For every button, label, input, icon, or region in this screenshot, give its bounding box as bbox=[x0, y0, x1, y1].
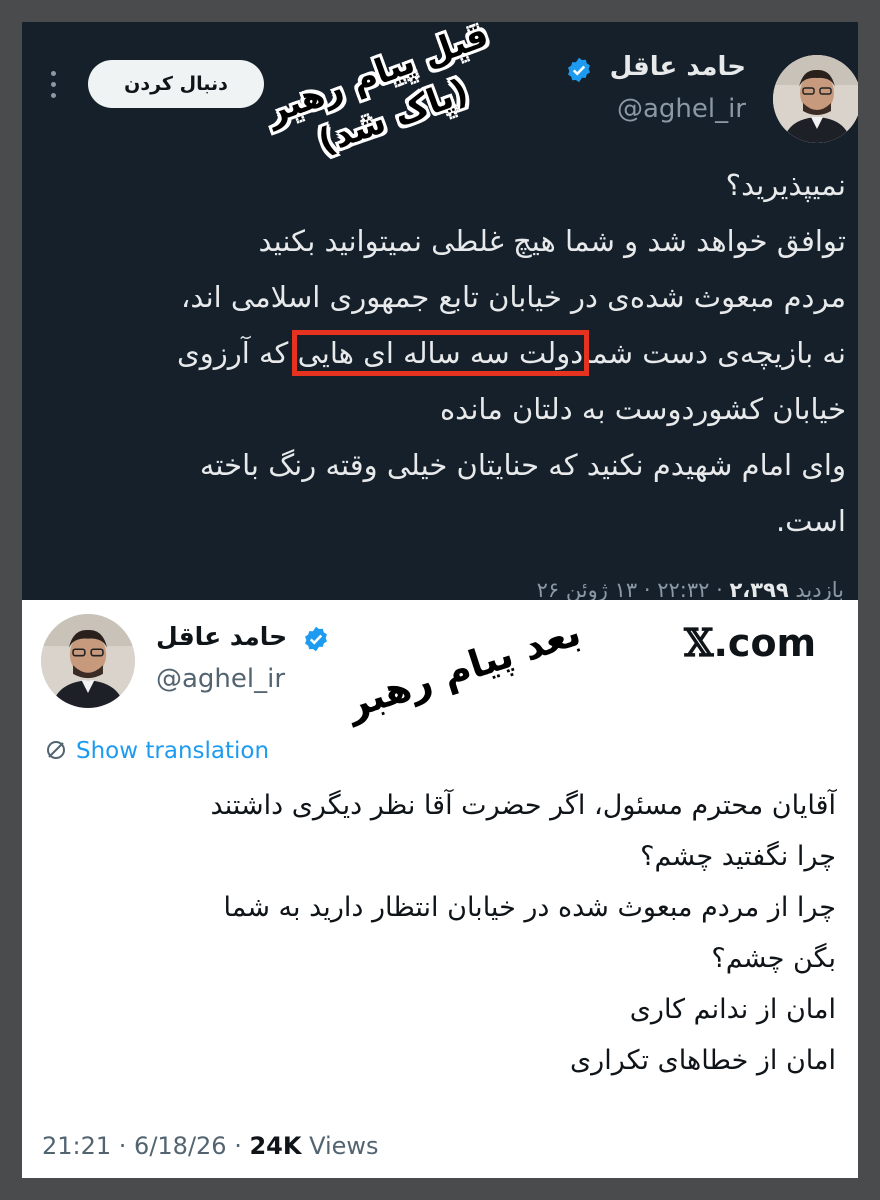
tweet-line: بگن چشم؟ bbox=[711, 943, 836, 974]
tweet-line: چرا از مردم مبعوث شده در خیابان انتظار د… bbox=[223, 892, 836, 923]
verified-badge-icon bbox=[568, 57, 590, 83]
avatar-image bbox=[773, 55, 858, 143]
separator: · bbox=[709, 578, 723, 600]
tweet-body: نمیپذیرید؟ توافق خواهد شد و شما هیچ غلطی… bbox=[66, 157, 846, 549]
tweet-body: آقایان محترم مسئول، اگر حضرت آقا نظر دیگ… bbox=[56, 780, 836, 1086]
annotation-after: بعد پیام رهبر bbox=[340, 609, 586, 727]
views-label: بازدید bbox=[795, 578, 844, 600]
avatar-image bbox=[41, 614, 135, 708]
site-watermark: 𝕏.com bbox=[684, 620, 816, 665]
more-options-icon[interactable] bbox=[42, 62, 64, 106]
tweet-meta: بازدید ۲،۳۹۹ · ۲۲:۳۲ · ۱۳ ژوئن ۲۶ bbox=[537, 578, 844, 600]
tweet-line: نمیپذیرید؟ bbox=[725, 168, 846, 202]
tweet-line: امان از خطاهای تکراری bbox=[570, 1045, 836, 1076]
tweet-line-part: نه بازیچه‌ی دست شما bbox=[583, 336, 846, 370]
tweet-meta: 21:21 · 6/18/26 · 24K Views bbox=[42, 1132, 379, 1160]
tweet-line: چرا نگفتید چشم؟ bbox=[640, 841, 836, 872]
site-domain: .com bbox=[713, 621, 817, 665]
author-handle[interactable]: @aghel_ir bbox=[156, 664, 285, 694]
avatar[interactable] bbox=[41, 614, 135, 708]
tweet-line: توافق خواهد شد و شما هیچ غلطی نمیتوانید … bbox=[258, 224, 846, 258]
x-logo-icon: 𝕏 bbox=[684, 620, 714, 665]
tweet-line: امان از ندانم کاری bbox=[629, 994, 836, 1025]
timestamp[interactable]: ۲۲:۳۲ · ۱۳ ژوئن ۲۶ bbox=[537, 578, 710, 600]
show-translation-label[interactable]: Show translation bbox=[76, 738, 269, 764]
avatar[interactable] bbox=[773, 55, 858, 143]
views-label: Views bbox=[301, 1132, 379, 1160]
show-translation-link[interactable]: Show translation bbox=[44, 738, 269, 764]
tweet-line: آقایان محترم مسئول، اگر حضرت آقا نظر دیگ… bbox=[210, 790, 836, 821]
translate-icon bbox=[47, 741, 65, 759]
views-count: 24K bbox=[249, 1132, 302, 1160]
tweet-line-part: که آرزوی bbox=[177, 336, 289, 370]
tweet-line: وای امام شهیدم نکنید که حنایتان خیلی وقت… bbox=[199, 448, 846, 482]
tweet-before: حامد عاقل @aghel_ir دنبال کردن قبل پیام … bbox=[22, 22, 858, 600]
author-handle[interactable]: @aghel_ir bbox=[617, 94, 746, 124]
views-count: ۲،۳۹۹ bbox=[729, 578, 789, 600]
tweet-line: خیابان کشوردوست به دلتان مانده bbox=[439, 392, 846, 426]
timestamp[interactable]: 21:21 · 6/18/26 · bbox=[42, 1132, 249, 1160]
tweet-after: حامد عاقل @aghel_ir 𝕏.com بعد پیام رهبر … bbox=[22, 600, 858, 1178]
author-name[interactable]: حامد عاقل bbox=[610, 52, 746, 82]
tweet-line: مردم مبعوث شده‌ی در خیابان تابع جمهوری ا… bbox=[181, 280, 846, 314]
tweet-line: است. bbox=[775, 504, 846, 538]
author-name[interactable]: حامد عاقل bbox=[156, 622, 287, 651]
tweet-line: نه بازیچه‌ی دست شمادولت سه ساله ای هایی … bbox=[66, 325, 846, 381]
verified-badge-icon bbox=[305, 626, 327, 652]
highlighted-phrase: دولت سه ساله ای هایی bbox=[291, 330, 590, 376]
